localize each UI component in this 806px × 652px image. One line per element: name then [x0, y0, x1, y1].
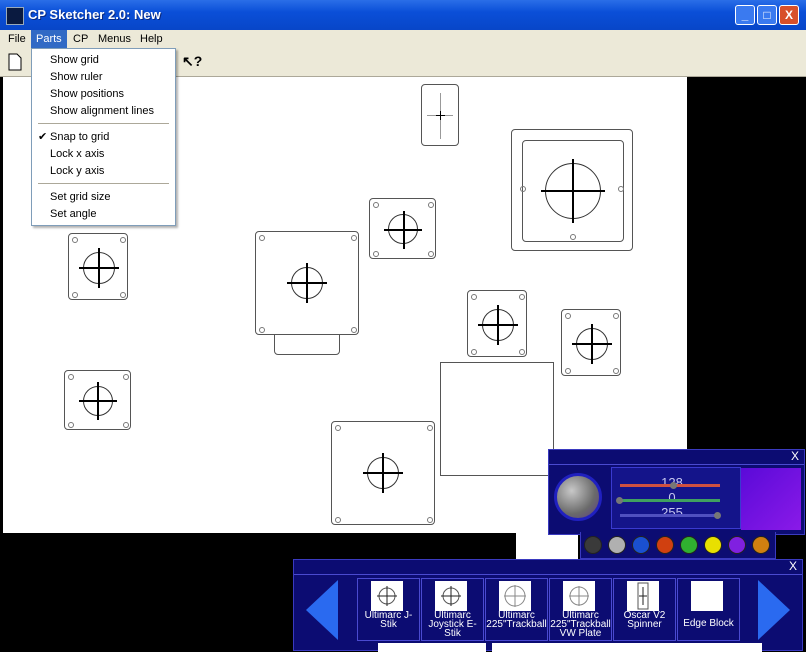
- menu-parts[interactable]: Parts: [31, 30, 67, 48]
- part-label: Ultimarc Joystick E-Stik: [428, 610, 477, 639]
- part-label: Edge Block: [683, 618, 734, 629]
- maximize-button[interactable]: □: [757, 5, 777, 25]
- rgb-sliders: 128 0 255: [611, 467, 741, 529]
- color-panel-close-icon[interactable]: X: [788, 450, 802, 463]
- joystick-thumbnail-icon: [371, 581, 403, 611]
- help-cursor-icon[interactable]: ↖?: [182, 53, 206, 71]
- swatch-purple[interactable]: [728, 536, 746, 554]
- joystick-part[interactable]: [369, 198, 436, 259]
- part-button-e-stik[interactable]: Ultimarc Joystick E-Stik: [421, 578, 484, 641]
- green-slider[interactable]: [620, 499, 720, 502]
- scroll-left-arrow-icon[interactable]: [306, 580, 338, 640]
- edge-block-part[interactable]: [440, 362, 554, 476]
- green-slider-knob[interactable]: [616, 497, 623, 504]
- new-file-icon[interactable]: [8, 53, 24, 71]
- joystick-part[interactable]: [68, 233, 128, 300]
- part-button-j-stik[interactable]: Ultimarc J-Stik: [357, 578, 420, 641]
- parts-dropdown-menu: Show grid Show ruler Show positions Show…: [31, 48, 176, 226]
- color-swatches: [580, 532, 776, 559]
- canvas-bottom-strip: [378, 643, 486, 652]
- menu-cp[interactable]: CP: [68, 30, 93, 48]
- menu-item-show-ruler[interactable]: Show ruler: [50, 70, 103, 84]
- blue-value: 255: [661, 505, 683, 520]
- swatch-green[interactable]: [680, 536, 698, 554]
- blue-slider-knob[interactable]: [714, 512, 721, 519]
- window-title: CP Sketcher 2.0: New: [28, 7, 161, 22]
- part-label: Ultimarc J-Stik: [364, 610, 413, 630]
- menu-item-snap-to-grid[interactable]: Snap to grid: [50, 130, 109, 144]
- scroll-right-arrow-icon[interactable]: [758, 580, 790, 640]
- trackball-plate-thumbnail-icon: [563, 581, 595, 611]
- close-button[interactable]: X: [779, 5, 799, 25]
- menu-file[interactable]: File: [3, 30, 31, 48]
- parts-panel-header: X: [294, 560, 802, 575]
- spinner-part[interactable]: [421, 84, 459, 146]
- part-button-spinner[interactable]: Oscar V2 Spinner: [613, 578, 676, 641]
- app-icon: [6, 7, 24, 25]
- part-button-trackball[interactable]: Ultimarc 225"Trackball: [485, 578, 548, 641]
- spinner-thumbnail-icon: [627, 581, 659, 611]
- menu-separator: [38, 183, 169, 184]
- joystick-part[interactable]: [331, 421, 435, 525]
- trackball-plate-part[interactable]: [511, 129, 633, 251]
- menu-item-show-grid[interactable]: Show grid: [50, 53, 99, 67]
- swatch-blue[interactable]: [632, 536, 650, 554]
- joystick-part[interactable]: [64, 370, 131, 430]
- blue-slider[interactable]: [620, 514, 720, 517]
- menu-item-lock-y-axis[interactable]: Lock y axis: [50, 164, 104, 178]
- color-panel: X 128 0 255: [548, 449, 805, 535]
- menu-separator: [38, 123, 169, 124]
- part-label: Ultimarc 225"Trackball: [486, 610, 547, 630]
- parts-panel-close-icon[interactable]: X: [786, 560, 800, 573]
- part-label: Ultimarc 225"Trackball VW Plate: [550, 610, 611, 639]
- check-icon: ✔: [38, 131, 48, 143]
- joystick-thumbnail-icon: [435, 581, 467, 611]
- menu-menus[interactable]: Menus: [93, 30, 136, 48]
- swatch-light-gray[interactable]: [608, 536, 626, 554]
- part-button-trackball-vw-plate[interactable]: Ultimarc 225"Trackball VW Plate: [549, 578, 612, 641]
- menu-item-show-alignment-lines[interactable]: Show alignment lines: [50, 104, 154, 118]
- color-preview: [741, 468, 801, 530]
- title-bar: CP Sketcher 2.0: New _ □ X: [0, 0, 806, 30]
- parts-panel: X Ultimarc J-Stik Ultimarc Joystick E-St…: [293, 559, 803, 651]
- trackball-thumbnail-icon: [499, 581, 531, 611]
- swatch-red[interactable]: [656, 536, 674, 554]
- menu-item-set-grid-size[interactable]: Set grid size: [50, 190, 111, 204]
- color-wheel[interactable]: [554, 473, 602, 521]
- swatch-orange[interactable]: [752, 536, 770, 554]
- edge-block-thumbnail-icon: [691, 581, 723, 611]
- part-label: Oscar V2 Spinner: [623, 610, 666, 630]
- swatch-yellow[interactable]: [704, 536, 722, 554]
- joystick-part[interactable]: [561, 309, 621, 376]
- green-value: 0: [668, 490, 676, 505]
- part-button-edge-block[interactable]: Edge Block: [677, 578, 740, 641]
- color-panel-header: X: [549, 450, 804, 465]
- menu-item-show-positions[interactable]: Show positions: [50, 87, 124, 101]
- minimize-button[interactable]: _: [735, 5, 755, 25]
- canvas-overflow-area: [516, 533, 578, 561]
- menu-item-lock-x-axis[interactable]: Lock x axis: [50, 147, 104, 161]
- joystick-part[interactable]: [467, 290, 527, 357]
- menu-bar: File Parts CP Menus Help: [0, 30, 806, 48]
- joystick-part[interactable]: [255, 231, 359, 335]
- menu-item-set-angle[interactable]: Set angle: [50, 207, 96, 221]
- red-slider-knob[interactable]: [670, 482, 677, 489]
- menu-help[interactable]: Help: [135, 30, 168, 48]
- canvas-bottom-strip: [492, 643, 762, 652]
- swatch-dark-gray[interactable]: [584, 536, 602, 554]
